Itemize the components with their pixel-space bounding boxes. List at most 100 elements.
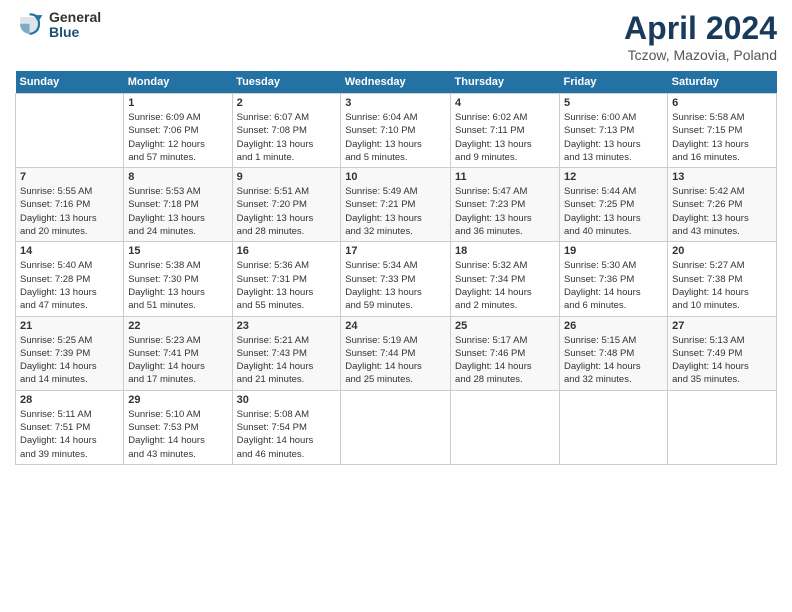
day-info: Sunrise: 5:11 AMSunset: 7:51 PMDaylight:… — [20, 408, 119, 461]
day-info: Sunrise: 5:55 AMSunset: 7:16 PMDaylight:… — [20, 185, 119, 238]
calendar-cell: 16Sunrise: 5:36 AMSunset: 7:31 PMDayligh… — [232, 242, 341, 316]
header-wednesday: Wednesday — [341, 71, 451, 94]
header-monday: Monday — [124, 71, 232, 94]
day-info: Sunrise: 5:36 AMSunset: 7:31 PMDaylight:… — [237, 259, 337, 312]
day-info: Sunrise: 5:44 AMSunset: 7:25 PMDaylight:… — [564, 185, 663, 238]
day-info: Sunrise: 5:08 AMSunset: 7:54 PMDaylight:… — [237, 408, 337, 461]
calendar-cell: 27Sunrise: 5:13 AMSunset: 7:49 PMDayligh… — [668, 316, 777, 390]
calendar-cell: 13 Sunrise: 5:42 AMSunset: 7:26 PMDayligh… — [668, 168, 777, 242]
day-number: 23 — [237, 320, 337, 332]
calendar-cell: 23 Sunrise: 5:21 AMSunset: 7:43 PMDayligh… — [232, 316, 341, 390]
header-thursday: Thursday — [451, 71, 560, 94]
day-number: 9 — [237, 171, 337, 183]
day-number: 20 — [672, 245, 772, 257]
day-number: 25 — [455, 320, 555, 332]
day-number: 1 — [128, 97, 227, 109]
day-info: Sunrise: 5:49 AMSunset: 7:21 PMDaylight:… — [345, 185, 446, 238]
calendar-table: Sunday Monday Tuesday Wednesday Thursday… — [15, 71, 777, 465]
calendar-cell — [16, 94, 124, 168]
calendar-cell: 5Sunrise: 6:00 AMSunset: 7:13 PMDaylight… — [560, 94, 668, 168]
day-number: 4 — [455, 97, 555, 109]
day-info: Sunrise: 5:27 AMSunset: 7:38 PMDaylight:… — [672, 259, 772, 312]
day-info: Sunrise: 6:09 AMSunset: 7:06 PMDaylight:… — [128, 111, 227, 164]
day-number: 18 — [455, 245, 555, 257]
header-friday: Friday — [560, 71, 668, 94]
day-info: Sunrise: 5:51 AMSunset: 7:20 PMDaylight:… — [237, 185, 337, 238]
day-info: Sunrise: 6:07 AMSunset: 7:08 PMDaylight:… — [237, 111, 337, 164]
calendar-cell — [668, 390, 777, 464]
day-number: 17 — [345, 245, 446, 257]
calendar-header-row: Sunday Monday Tuesday Wednesday Thursday… — [16, 71, 777, 94]
calendar-cell: 25 Sunrise: 5:17 AMSunset: 7:46 PMDayligh… — [451, 316, 560, 390]
day-info: Sunrise: 5:30 AMSunset: 7:36 PMDaylight:… — [564, 259, 663, 312]
day-info: Sunrise: 5:34 AMSunset: 7:33 PMDaylight:… — [345, 259, 446, 312]
logo: General Blue — [15, 10, 101, 41]
day-number: 22 — [128, 320, 227, 332]
calendar-week-row-3: 14Sunrise: 5:40 AMSunset: 7:28 PMDayligh… — [16, 242, 777, 316]
day-number: 3 — [345, 97, 446, 109]
calendar-cell: 10 Sunrise: 5:49 AMSunset: 7:21 PMDayligh… — [341, 168, 451, 242]
calendar-cell: 7Sunrise: 5:55 AMSunset: 7:16 PMDaylight… — [16, 168, 124, 242]
day-info: Sunrise: 5:23 AMSunset: 7:41 PMDaylight:… — [128, 334, 227, 387]
calendar-week-row-5: 28Sunrise: 5:11 AMSunset: 7:51 PMDayligh… — [16, 390, 777, 464]
day-number: 6 — [672, 97, 772, 109]
calendar-cell: 19 Sunrise: 5:30 AMSunset: 7:36 PMDayligh… — [560, 242, 668, 316]
day-info: Sunrise: 6:02 AMSunset: 7:11 PMDaylight:… — [455, 111, 555, 164]
day-info: Sunrise: 5:10 AMSunset: 7:53 PMDaylight:… — [128, 408, 227, 461]
page-header: General Blue April 2024 Tczow, Mazovia, … — [15, 10, 777, 63]
day-info: Sunrise: 5:25 AMSunset: 7:39 PMDaylight:… — [20, 334, 119, 387]
calendar-cell: 18 Sunrise: 5:32 AMSunset: 7:34 PMDayligh… — [451, 242, 560, 316]
day-number: 10 — [345, 171, 446, 183]
calendar-cell: 11Sunrise: 5:47 AMSunset: 7:23 PMDayligh… — [451, 168, 560, 242]
calendar-cell: 24Sunrise: 5:19 AMSunset: 7:44 PMDayligh… — [341, 316, 451, 390]
calendar-cell: 28Sunrise: 5:11 AMSunset: 7:51 PMDayligh… — [16, 390, 124, 464]
calendar-cell: 2 Sunrise: 6:07 AMSunset: 7:08 PMDaylight… — [232, 94, 341, 168]
day-number: 11 — [455, 171, 555, 183]
day-info: Sunrise: 5:13 AMSunset: 7:49 PMDaylight:… — [672, 334, 772, 387]
calendar-cell: 14Sunrise: 5:40 AMSunset: 7:28 PMDayligh… — [16, 242, 124, 316]
day-number: 8 — [128, 171, 227, 183]
day-info: Sunrise: 6:00 AMSunset: 7:13 PMDaylight:… — [564, 111, 663, 164]
day-number: 13 — [672, 171, 772, 183]
day-info: Sunrise: 5:21 AMSunset: 7:43 PMDaylight:… — [237, 334, 337, 387]
day-info: Sunrise: 5:58 AMSunset: 7:15 PMDaylight:… — [672, 111, 772, 164]
day-info: Sunrise: 5:32 AMSunset: 7:34 PMDaylight:… — [455, 259, 555, 312]
calendar-cell: 8 Sunrise: 5:53 AMSunset: 7:18 PMDaylight… — [124, 168, 232, 242]
calendar-cell: 1 Sunrise: 6:09 AMSunset: 7:06 PMDaylight… — [124, 94, 232, 168]
day-number: 2 — [237, 97, 337, 109]
calendar-week-row-1: 1 Sunrise: 6:09 AMSunset: 7:06 PMDaylight… — [16, 94, 777, 168]
calendar-cell: 3 Sunrise: 6:04 AMSunset: 7:10 PMDaylight… — [341, 94, 451, 168]
page-container: General Blue April 2024 Tczow, Mazovia, … — [0, 0, 792, 475]
day-number: 15 — [128, 245, 227, 257]
day-number: 26 — [564, 320, 663, 332]
calendar-cell: 21Sunrise: 5:25 AMSunset: 7:39 PMDayligh… — [16, 316, 124, 390]
day-info: Sunrise: 5:19 AMSunset: 7:44 PMDaylight:… — [345, 334, 446, 387]
header-saturday: Saturday — [668, 71, 777, 94]
day-info: Sunrise: 5:53 AMSunset: 7:18 PMDaylight:… — [128, 185, 227, 238]
calendar-cell: 4 Sunrise: 6:02 AMSunset: 7:11 PMDaylight… — [451, 94, 560, 168]
calendar-cell: 15Sunrise: 5:38 AMSunset: 7:30 PMDayligh… — [124, 242, 232, 316]
day-number: 12 — [564, 171, 663, 183]
day-info: Sunrise: 6:04 AMSunset: 7:10 PMDaylight:… — [345, 111, 446, 164]
header-sunday: Sunday — [16, 71, 124, 94]
day-number: 29 — [128, 394, 227, 406]
calendar-cell: 22 Sunrise: 5:23 AMSunset: 7:41 PMDayligh… — [124, 316, 232, 390]
day-info: Sunrise: 5:15 AMSunset: 7:48 PMDaylight:… — [564, 334, 663, 387]
calendar-cell: 29 Sunrise: 5:10 AMSunset: 7:53 PMDayligh… — [124, 390, 232, 464]
calendar-cell — [560, 390, 668, 464]
title-block: April 2024 Tczow, Mazovia, Poland — [624, 10, 777, 63]
calendar-week-row-2: 7Sunrise: 5:55 AMSunset: 7:16 PMDaylight… — [16, 168, 777, 242]
calendar-cell: 12 Sunrise: 5:44 AMSunset: 7:25 PMDayligh… — [560, 168, 668, 242]
calendar-cell: 26 Sunrise: 5:15 AMSunset: 7:48 PMDayligh… — [560, 316, 668, 390]
day-number: 30 — [237, 394, 337, 406]
day-info: Sunrise: 5:17 AMSunset: 7:46 PMDaylight:… — [455, 334, 555, 387]
logo-general: General — [49, 10, 101, 25]
calendar-location: Tczow, Mazovia, Poland — [624, 47, 777, 63]
calendar-title: April 2024 — [624, 10, 777, 47]
day-number: 14 — [20, 245, 119, 257]
calendar-cell: 20 Sunrise: 5:27 AMSunset: 7:38 PMDayligh… — [668, 242, 777, 316]
logo-icon — [15, 10, 45, 40]
calendar-cell: 9 Sunrise: 5:51 AMSunset: 7:20 PMDaylight… — [232, 168, 341, 242]
day-info: Sunrise: 5:42 AMSunset: 7:26 PMDaylight:… — [672, 185, 772, 238]
day-number: 19 — [564, 245, 663, 257]
